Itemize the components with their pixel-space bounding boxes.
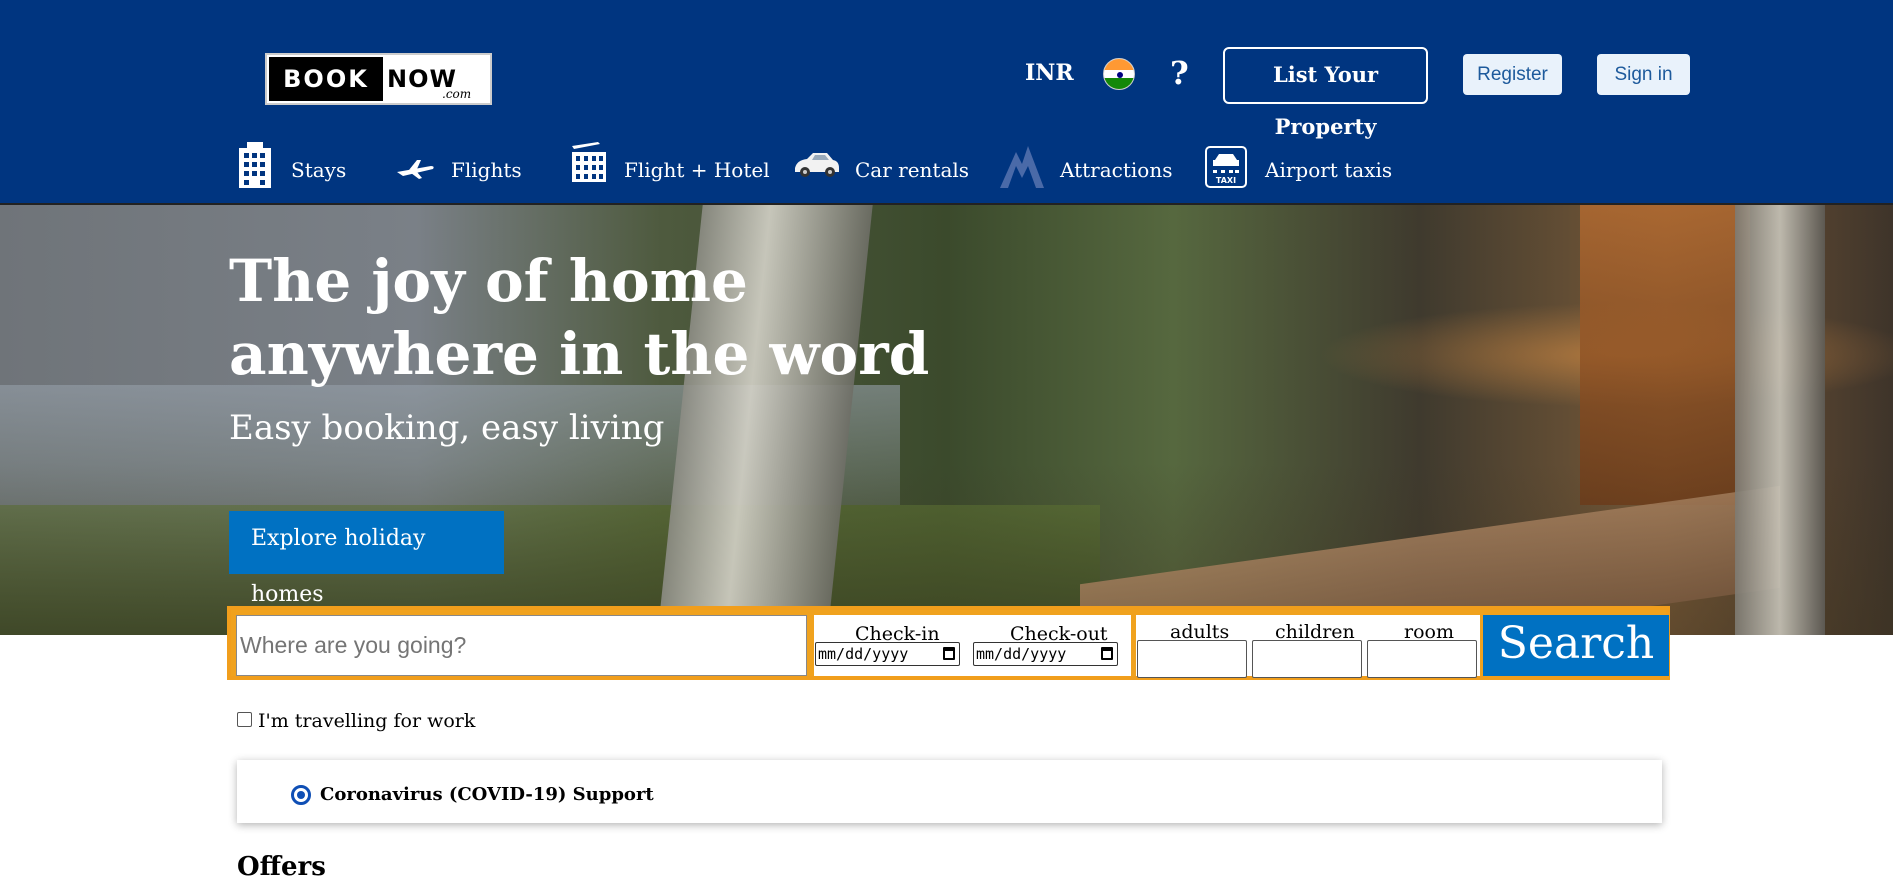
checkin-date-placeholder: mm/dd/yyyy (818, 645, 909, 663)
nav-car-rentals-label: Car rentals (855, 158, 970, 182)
taxi-icon: TAXI (1205, 146, 1247, 193)
nav-flights-label: Flights (451, 158, 522, 182)
india-flag-icon[interactable] (1103, 58, 1135, 90)
car-icon (793, 150, 841, 183)
flight-hotel-icon (568, 140, 608, 187)
hero-cabin-background (1580, 205, 1750, 505)
airplane-icon (395, 158, 435, 185)
checkout-date-input[interactable]: mm/dd/yyyy (973, 642, 1118, 666)
list-your-property-button[interactable]: List Your Property (1223, 47, 1428, 139)
nav-stays-label: Stays (291, 158, 347, 182)
currency-selector[interactable]: INR (1025, 60, 1074, 86)
building-icon (237, 140, 273, 193)
date-picker-group: Check-in Check-out mm/dd/yyyy mm/dd/yyyy (814, 615, 1131, 676)
svg-text:TAXI: TAXI (1216, 176, 1236, 185)
top-header: BOOK NOW .com INR ? List Your Property R… (0, 0, 1893, 203)
covid-support-label: Coronavirus (COVID-19) Support (320, 784, 654, 805)
work-travel-checkbox[interactable] (237, 712, 252, 727)
destination-input[interactable]: Where are you going? (236, 615, 807, 676)
covid-support-banner[interactable]: Coronavirus (COVID-19) Support (237, 760, 1662, 823)
nav-airport-taxis-label: Airport taxis (1265, 158, 1393, 182)
hero-banner: The joy of home anywhere in the word Eas… (0, 203, 1893, 635)
checkin-date-input[interactable]: mm/dd/yyyy (815, 642, 960, 666)
hero-subtitle: Easy booking, easy living (229, 408, 665, 448)
register-button[interactable]: Register (1463, 54, 1562, 95)
explore-holiday-homes-button[interactable]: Explore holiday homes (229, 511, 504, 607)
mountain-icon (998, 144, 1046, 195)
calendar-icon[interactable] (943, 647, 955, 660)
adults-input[interactable] (1137, 640, 1247, 678)
calendar-icon[interactable] (1101, 647, 1113, 660)
help-icon[interactable]: ? (1170, 54, 1189, 92)
search-bar: Where are you going? Check-in Check-out … (227, 606, 1670, 680)
children-input[interactable] (1252, 640, 1362, 678)
nav-attractions-label: Attractions (1060, 158, 1173, 182)
hero-title: The joy of home anywhere in the word (229, 247, 930, 388)
logo-book-text: BOOK (269, 57, 383, 101)
room-input[interactable] (1367, 640, 1477, 678)
offers-heading: Offers (237, 852, 326, 882)
search-button[interactable]: Search (1483, 615, 1669, 676)
checkout-date-placeholder: mm/dd/yyyy (976, 645, 1067, 663)
sign-in-button[interactable]: Sign in (1597, 54, 1690, 95)
logo-com-text: .com (442, 87, 472, 101)
work-travel-label: I'm travelling for work (258, 710, 476, 732)
covid-radio-icon (291, 785, 311, 805)
hero-tree-trunk-right (1735, 205, 1825, 635)
guests-group: adults children room (1136, 615, 1480, 678)
booknow-logo[interactable]: BOOK NOW .com (265, 53, 492, 105)
nav-flight-hotel-label: Flight + Hotel (624, 158, 770, 182)
